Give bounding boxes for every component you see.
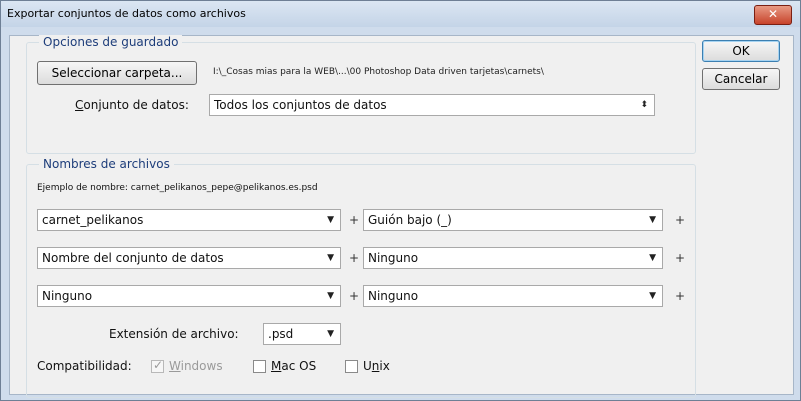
plus-sign: + bbox=[349, 251, 360, 265]
close-button[interactable]: ✕ bbox=[754, 5, 792, 25]
windows-label: Windows bbox=[169, 359, 223, 373]
save-options-group: Opciones de guardado Seleccionar carpeta… bbox=[26, 35, 696, 154]
name-part-4-select[interactable]: Ninguno ▼ bbox=[363, 247, 663, 269]
name-part-6-value: Ninguno bbox=[368, 289, 419, 303]
dataset-label: Conjunto de datos: bbox=[75, 98, 189, 112]
check-icon: ✓ bbox=[153, 358, 164, 372]
chevron-down-icon: ▼ bbox=[327, 253, 334, 263]
plus-sign: + bbox=[675, 251, 686, 265]
plus-sign: + bbox=[675, 289, 686, 303]
plus-sign: + bbox=[675, 213, 686, 227]
extension-select[interactable]: .psd ▼ bbox=[263, 323, 341, 345]
chevron-down-icon: ▼ bbox=[327, 329, 334, 339]
mac-checkbox[interactable] bbox=[253, 360, 266, 373]
mac-text: ac OS bbox=[281, 359, 317, 373]
updown-arrow-icon: ⬍ bbox=[640, 100, 648, 110]
dialog-body: OK Cancelar Opciones de guardado Selecci… bbox=[9, 35, 794, 398]
windows-checkbox[interactable]: ✓ bbox=[151, 358, 164, 373]
mac-mnemonic: M bbox=[271, 359, 282, 373]
name-part-4-value: Ninguno bbox=[368, 251, 419, 265]
mac-label: Mac OS bbox=[271, 359, 316, 373]
name-part-5-select[interactable]: Ninguno ▼ bbox=[37, 285, 341, 307]
compat-label: Compatibilidad: bbox=[37, 359, 132, 373]
chevron-down-icon: ▼ bbox=[327, 215, 334, 225]
select-folder-button[interactable]: Seleccionar carpeta... bbox=[37, 61, 197, 85]
folder-path: I:\_Cosas mias para la WEB\...\00 Photos… bbox=[213, 67, 544, 77]
extension-value: .psd bbox=[268, 327, 294, 341]
file-names-group: Nombres de archivos Ejemplo de nombre: c… bbox=[26, 157, 696, 398]
name-part-3-select[interactable]: Nombre del conjunto de datos ▼ bbox=[37, 247, 341, 269]
name-part-1-select[interactable]: carnet_pelikanos ▼ bbox=[37, 209, 341, 231]
name-part-2-value: Guión bajo (_) bbox=[368, 213, 452, 227]
name-part-5-value: Ninguno bbox=[42, 289, 93, 303]
unix-text-a: U bbox=[363, 359, 372, 373]
name-part-2-select[interactable]: Guión bajo (_) ▼ bbox=[363, 209, 663, 231]
file-names-legend: Nombres de archivos bbox=[39, 157, 174, 171]
dataset-select[interactable]: Todos los conjuntos de datos ⬍ bbox=[209, 94, 655, 116]
name-example: Ejemplo de nombre: carnet_pelikanos_pepe… bbox=[37, 183, 318, 193]
window-title: Exportar conjuntos de datos como archivo… bbox=[7, 7, 246, 20]
cancel-button[interactable]: Cancelar bbox=[702, 68, 780, 90]
extension-label: Extensión de archivo: bbox=[109, 327, 239, 341]
unix-text-b: ix bbox=[379, 359, 390, 373]
ok-button[interactable]: OK bbox=[702, 40, 780, 62]
windows-text: indows bbox=[180, 359, 223, 373]
name-part-3-value: Nombre del conjunto de datos bbox=[42, 251, 224, 265]
dataset-select-value: Todos los conjuntos de datos bbox=[214, 98, 387, 112]
chevron-down-icon: ▼ bbox=[327, 291, 334, 301]
save-options-legend: Opciones de guardado bbox=[39, 35, 183, 49]
chevron-down-icon: ▼ bbox=[649, 215, 656, 225]
chevron-down-icon: ▼ bbox=[649, 253, 656, 263]
plus-sign: + bbox=[349, 289, 360, 303]
dataset-label-text: onjunto de datos: bbox=[83, 98, 189, 112]
unix-label: Unix bbox=[363, 359, 390, 373]
name-part-1-value: carnet_pelikanos bbox=[42, 213, 144, 227]
dialog-window: Exportar conjuntos de datos como archivo… bbox=[0, 0, 801, 401]
plus-sign: + bbox=[349, 213, 360, 227]
name-part-6-select[interactable]: Ninguno ▼ bbox=[363, 285, 663, 307]
title-bar: Exportar conjuntos de datos como archivo… bbox=[1, 1, 800, 27]
chevron-down-icon: ▼ bbox=[649, 291, 656, 301]
windows-mnemonic: W bbox=[169, 359, 181, 373]
unix-checkbox[interactable] bbox=[345, 360, 358, 373]
